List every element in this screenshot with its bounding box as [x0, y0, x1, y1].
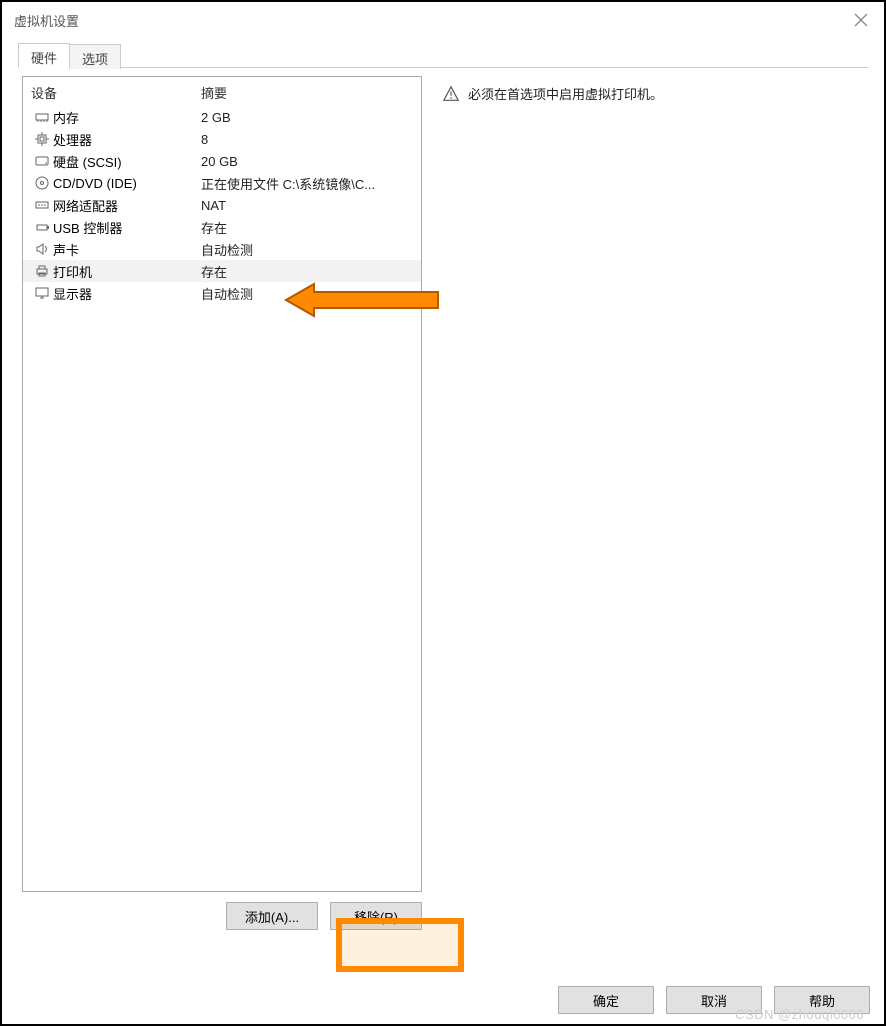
help-button[interactable]: 帮助	[774, 986, 870, 1014]
disk-icon	[31, 153, 53, 169]
device-summary: 正在使用文件 C:\系统镜像\C...	[201, 174, 413, 193]
warning-icon	[442, 85, 460, 103]
add-button[interactable]: 添加(A)...	[226, 902, 318, 930]
cancel-button[interactable]: 取消	[666, 986, 762, 1014]
device-list-header: 设备 摘要	[23, 77, 421, 106]
header-device: 设备	[31, 83, 201, 102]
display-icon	[31, 285, 53, 301]
right-column: 必须在首选项中启用虚拟打印机。	[438, 76, 864, 930]
device-name: USB 控制器	[53, 218, 201, 237]
device-name: CD/DVD (IDE)	[53, 176, 201, 191]
left-column: 设备 摘要 内存2 GB处理器8硬盘 (SCSI)20 GBCD/DVD (ID…	[22, 76, 422, 930]
titlebar: 虚拟机设置	[2, 2, 884, 38]
device-summary: NAT	[201, 198, 413, 213]
device-row[interactable]: 硬盘 (SCSI)20 GB	[23, 150, 421, 172]
tabs-strip: 硬件 选项	[18, 42, 868, 68]
device-summary: 自动检测	[201, 240, 413, 259]
device-summary: 存在	[201, 218, 413, 237]
device-row[interactable]: CD/DVD (IDE)正在使用文件 C:\系统镜像\C...	[23, 172, 421, 194]
device-row[interactable]: 声卡自动检测	[23, 238, 421, 260]
device-name: 内存	[53, 108, 201, 127]
device-summary: 20 GB	[201, 154, 413, 169]
device-summary: 2 GB	[201, 110, 413, 125]
device-name: 声卡	[53, 240, 201, 259]
cpu-icon	[31, 131, 53, 147]
device-list: 设备 摘要 内存2 GB处理器8硬盘 (SCSI)20 GBCD/DVD (ID…	[22, 76, 422, 892]
window-title: 虚拟机设置	[14, 11, 79, 30]
device-name: 打印机	[53, 262, 201, 281]
vm-settings-window: 虚拟机设置 硬件 选项 设备 摘要 内存2 GB处理器8硬盘 (SCSI)20 …	[0, 0, 886, 1026]
device-name: 显示器	[53, 284, 201, 303]
content-area: 硬件 选项 设备 摘要 内存2 GB处理器8硬盘 (SCSI)20 GBCD/D…	[2, 38, 884, 938]
device-name: 网络适配器	[53, 196, 201, 215]
device-name: 硬盘 (SCSI)	[53, 152, 201, 171]
sound-icon	[31, 241, 53, 257]
header-summary: 摘要	[201, 83, 227, 102]
close-button[interactable]	[838, 2, 884, 38]
device-row[interactable]: 显示器自动检测	[23, 282, 421, 304]
tab-hardware[interactable]: 硬件	[18, 43, 70, 68]
cd-icon	[31, 175, 53, 191]
device-row[interactable]: 处理器8	[23, 128, 421, 150]
tab-options[interactable]: 选项	[69, 44, 121, 69]
panel: 设备 摘要 内存2 GB处理器8硬盘 (SCSI)20 GBCD/DVD (ID…	[18, 68, 868, 938]
memory-icon	[31, 109, 53, 125]
footer-buttons: 确定 取消 帮助	[558, 986, 870, 1014]
close-icon	[853, 12, 869, 28]
device-buttons-row: 添加(A)... 移除(R)	[22, 902, 422, 930]
device-name: 处理器	[53, 130, 201, 149]
ok-button[interactable]: 确定	[558, 986, 654, 1014]
printer-icon	[31, 263, 53, 279]
device-row[interactable]: USB 控制器存在	[23, 216, 421, 238]
device-row[interactable]: 内存2 GB	[23, 106, 421, 128]
network-icon	[31, 197, 53, 213]
device-row[interactable]: 网络适配器NAT	[23, 194, 421, 216]
device-summary: 8	[201, 132, 413, 147]
usb-icon	[31, 219, 53, 235]
warning-line: 必须在首选项中启用虚拟打印机。	[442, 84, 860, 103]
device-summary: 自动检测	[201, 284, 413, 303]
remove-button[interactable]: 移除(R)	[330, 902, 422, 930]
device-row[interactable]: 打印机存在	[23, 260, 421, 282]
warning-text: 必须在首选项中启用虚拟打印机。	[468, 84, 663, 103]
device-summary: 存在	[201, 262, 413, 281]
